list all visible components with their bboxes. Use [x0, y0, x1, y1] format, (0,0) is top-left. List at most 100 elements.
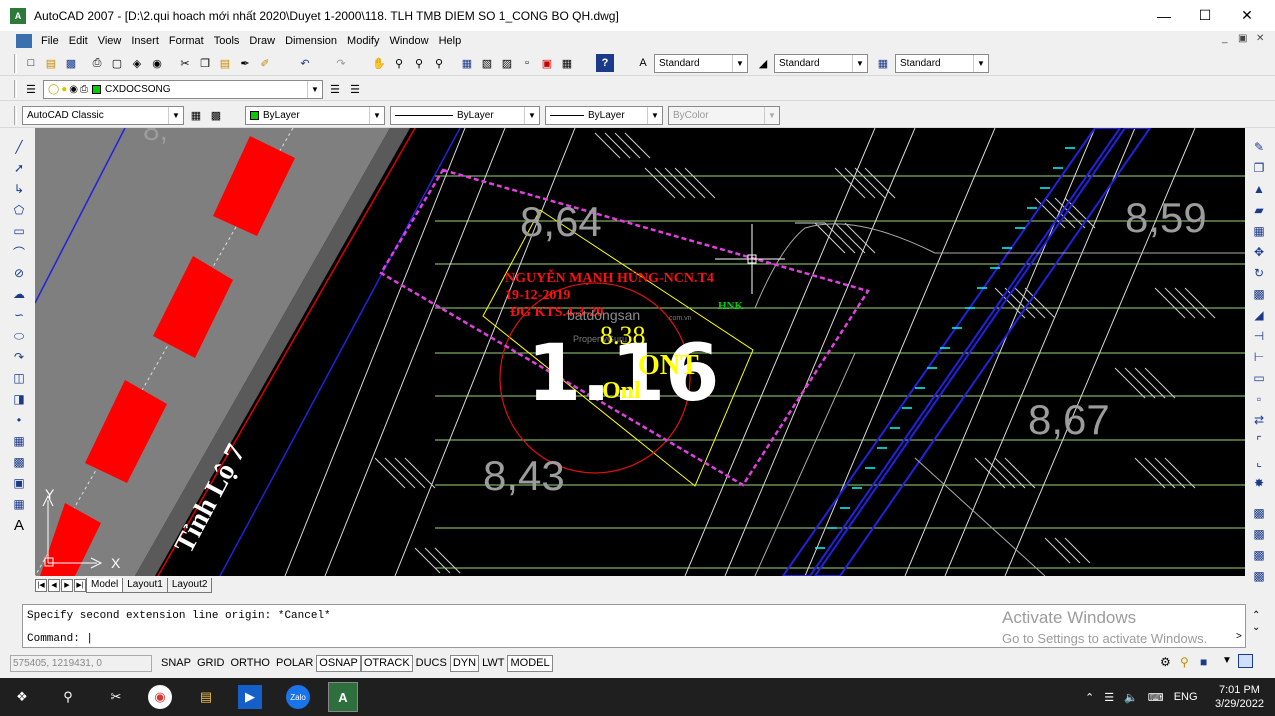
zoom-window-icon[interactable]: ⚲	[410, 54, 428, 72]
prev-tab-icon[interactable]: ◀	[48, 578, 60, 592]
menu-edit[interactable]: Edit	[64, 35, 93, 47]
workspace-save-icon[interactable]: ▩	[207, 106, 225, 124]
sheet-set-icon[interactable]: ▫	[518, 54, 536, 72]
media-player-icon[interactable]: ▶	[238, 685, 262, 709]
osnap-toggle[interactable]: OSNAP	[316, 654, 361, 672]
plot-icon[interactable]: ⎙	[88, 54, 106, 72]
insert-block-icon[interactable]: ◫	[10, 369, 28, 387]
chrome-icon[interactable]: ◉	[148, 685, 172, 709]
make-block-icon[interactable]: ◨	[10, 390, 28, 408]
ducs-toggle[interactable]: DUCS	[413, 655, 450, 672]
point-icon[interactable]: •	[10, 411, 28, 429]
multiline-text-icon[interactable]: A	[10, 516, 28, 534]
chevron-down-icon[interactable]: ▼	[168, 107, 183, 124]
layer-select[interactable]: ◯ ● ◉ ⎙ CXDOCSONG ▼	[43, 80, 323, 99]
menu-window[interactable]: Window	[384, 35, 433, 47]
table-style-select[interactable]: Standard ▼	[895, 54, 989, 73]
autocad-app-icon[interactable]: A	[10, 7, 26, 24]
cut-icon[interactable]: ✂	[176, 54, 194, 72]
publish-icon[interactable]: ◈	[128, 54, 146, 72]
preview-icon[interactable]: ▢	[108, 54, 126, 72]
tool-palettes-icon[interactable]: ▨	[498, 54, 516, 72]
stretch-icon[interactable]: ◢	[1250, 306, 1268, 324]
snap-toggle[interactable]: SNAP	[158, 655, 194, 672]
hatch-icon[interactable]: ▦	[10, 432, 28, 450]
extend-icon[interactable]: ⊢	[1250, 348, 1268, 366]
linetype-select[interactable]: ByLayer ▼	[390, 106, 540, 125]
clean-screen-icon[interactable]	[1238, 654, 1253, 668]
array-icon[interactable]: ▦	[1250, 222, 1268, 240]
maximize-button[interactable]: ☐	[1182, 0, 1228, 31]
open-icon[interactable]: ▤	[42, 54, 60, 72]
otrack-toggle[interactable]: OTRACK	[360, 654, 413, 672]
language-indicator[interactable]: ENG	[1174, 691, 1198, 703]
menu-format[interactable]: Format	[164, 35, 209, 47]
help-icon[interactable]: ?	[596, 54, 614, 72]
model-toggle[interactable]: MODEL	[507, 654, 553, 672]
chevron-down-icon[interactable]: ▼	[647, 107, 662, 124]
menu-insert[interactable]: Insert	[126, 35, 164, 47]
pan-icon[interactable]: ✋	[370, 54, 388, 72]
chevron-down-icon[interactable]: ▼	[732, 55, 747, 72]
close-button[interactable]: ✕	[1224, 0, 1270, 31]
mirror-icon[interactable]: ▲	[1250, 180, 1268, 198]
break-icon[interactable]: ▫	[1250, 390, 1268, 408]
undo-icon[interactable]: ↶	[296, 54, 314, 72]
new-icon[interactable]: □	[22, 54, 40, 72]
toolbar-grip[interactable]	[14, 106, 17, 125]
color-select[interactable]: ByLayer ▼	[245, 106, 385, 125]
arc-icon[interactable]: ⌒	[10, 243, 28, 261]
ellipse-icon[interactable]: ⬭	[10, 327, 28, 345]
spline-icon[interactable]: ∽	[10, 306, 28, 324]
trim-icon[interactable]: ⊣	[1250, 327, 1268, 345]
chevron-down-icon[interactable]: ▼	[524, 107, 539, 124]
text-style-icon[interactable]: A	[634, 54, 652, 72]
region-icon[interactable]: ▣	[10, 474, 28, 492]
volume-icon[interactable]: 🔈	[1124, 691, 1138, 704]
text-style-select[interactable]: Standard ▼	[654, 54, 748, 73]
paste-icon[interactable]: ▤	[216, 54, 234, 72]
autocad-taskbar-icon[interactable]: A	[328, 682, 358, 712]
snipping-tool-icon[interactable]: ✂	[104, 685, 128, 709]
zoom-realtime-icon[interactable]: ⚲	[390, 54, 408, 72]
scroll-up-icon[interactable]: ⌃	[1252, 610, 1260, 621]
coordinates-display[interactable]: 575405, 1219431, 0	[10, 654, 152, 672]
redo-icon[interactable]: ↷	[332, 54, 350, 72]
drawing-canvas[interactable]: 8,64 8,59 8,67 8,43 8, NGUYỄN MẠNH HÙNG-…	[35, 128, 1245, 576]
dim-style-select[interactable]: Standard ▼	[774, 54, 868, 73]
zalo-icon[interactable]: Zalo	[286, 685, 310, 709]
lineweight-select[interactable]: ByLayer ▼	[545, 106, 663, 125]
menu-help[interactable]: Help	[434, 35, 467, 47]
polyline-icon[interactable]: ↳	[10, 180, 28, 198]
minimize-button[interactable]: —	[1141, 0, 1187, 31]
erase-icon[interactable]: ✎	[1250, 138, 1268, 156]
move-icon[interactable]: ✥	[1250, 243, 1268, 261]
menu-modify[interactable]: Modify	[342, 35, 384, 47]
doc-restore-button[interactable]: ▣	[1238, 33, 1247, 44]
revision-cloud-icon[interactable]: ☁	[10, 285, 28, 303]
toolbar-grip[interactable]	[14, 80, 17, 98]
block-editor-icon[interactable]: ✐	[256, 54, 274, 72]
tab-layout1[interactable]: Layout1	[122, 577, 168, 593]
gradient-icon[interactable]: ▩	[10, 453, 28, 471]
tray-settings-icon[interactable]: ■	[1200, 655, 1207, 669]
chamfer-icon[interactable]: ⌜	[1250, 432, 1268, 450]
last-tab-icon[interactable]: ▶|	[74, 578, 86, 592]
menu-tools[interactable]: Tools	[209, 35, 245, 47]
next-tab-icon[interactable]: ▶	[61, 578, 73, 592]
doc-close-button[interactable]: ✕	[1256, 33, 1264, 44]
copy-icon[interactable]: ❐	[196, 54, 214, 72]
publish-web-icon[interactable]: ◉	[148, 54, 166, 72]
markup-icon[interactable]: ▣	[538, 54, 556, 72]
zoom-previous-icon[interactable]: ⚲	[430, 54, 448, 72]
tab-layout2[interactable]: Layout2	[166, 577, 213, 593]
scale-icon[interactable]: ▩	[1250, 285, 1268, 303]
clock[interactable]: 7:01 PM 3/29/2022	[1215, 678, 1264, 716]
draworder-under-icon[interactable]: ▩	[1250, 567, 1268, 585]
show-hidden-icons-icon[interactable]: ⌃	[1085, 691, 1094, 704]
menu-view[interactable]: View	[93, 35, 127, 47]
chevron-down-icon[interactable]: ▼	[369, 107, 384, 124]
explode-icon[interactable]: ✸	[1250, 474, 1268, 492]
toolbar-grip[interactable]	[14, 54, 17, 73]
doc-minimize-button[interactable]: _	[1222, 33, 1228, 44]
